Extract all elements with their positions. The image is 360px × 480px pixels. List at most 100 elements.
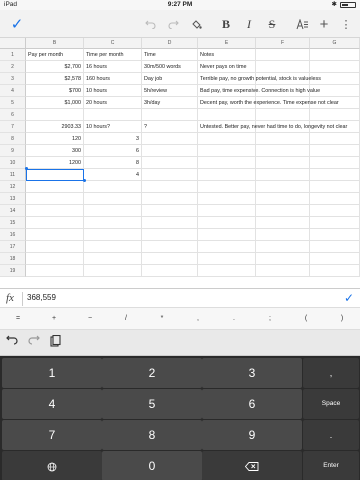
cell-e16[interactable]	[198, 229, 256, 241]
key-1[interactable]: 1	[2, 358, 102, 388]
cell-d7[interactable]: ?	[142, 121, 198, 133]
row-header-2[interactable]: 2	[0, 61, 26, 73]
undo-button[interactable]	[139, 10, 161, 38]
selection-handle-start[interactable]	[25, 167, 28, 170]
row-header-3[interactable]: 3	[0, 73, 26, 85]
cell-c11[interactable]: 4	[84, 169, 142, 181]
cell-g14[interactable]	[310, 205, 360, 217]
key-8[interactable]: 8	[102, 420, 202, 450]
keyboard-redo-button[interactable]	[28, 335, 40, 348]
done-button[interactable]: ✓	[6, 10, 28, 38]
cell-e17[interactable]	[198, 241, 256, 253]
row-header-11[interactable]: 11	[0, 169, 26, 181]
row-header-19[interactable]: 19	[0, 265, 26, 277]
cell-f11[interactable]	[256, 169, 310, 181]
cell-g16[interactable]	[310, 229, 360, 241]
cell-f13[interactable]	[256, 193, 310, 205]
keyboard-undo-button[interactable]	[6, 335, 18, 348]
cell-c14[interactable]	[84, 205, 142, 217]
key-3[interactable]: 3	[202, 358, 302, 388]
cell-c9[interactable]: 6	[84, 145, 142, 157]
more-button[interactable]: ⋮	[335, 10, 357, 38]
cell-d14[interactable]	[142, 205, 198, 217]
cell-b3[interactable]: $2,578	[26, 73, 84, 85]
formula-confirm-button[interactable]: ✓	[344, 291, 354, 305]
cell-e13[interactable]	[198, 193, 256, 205]
cell-e10[interactable]	[198, 157, 256, 169]
cell-d15[interactable]	[142, 217, 198, 229]
cell-e8[interactable]	[198, 133, 256, 145]
cell-g17[interactable]	[310, 241, 360, 253]
cell-d4[interactable]: 5h/review	[142, 85, 198, 97]
row-header-9[interactable]: 9	[0, 145, 26, 157]
symbol-key-7[interactable]: ;	[252, 308, 288, 330]
cell-c3[interactable]: 160 hours	[84, 73, 142, 85]
symbol-key-4[interactable]: *	[144, 308, 180, 330]
cell-g8[interactable]	[310, 133, 360, 145]
row-header-5[interactable]: 5	[0, 97, 26, 109]
cell-c13[interactable]	[84, 193, 142, 205]
redo-button[interactable]	[162, 10, 184, 38]
cell-d10[interactable]	[142, 157, 198, 169]
cell-d8[interactable]	[142, 133, 198, 145]
symbol-key-5[interactable]: ,	[180, 308, 216, 330]
cell-f16[interactable]	[256, 229, 310, 241]
cell-f19[interactable]	[256, 265, 310, 277]
cell-f18[interactable]	[256, 253, 310, 265]
symbol-key-1[interactable]: +	[36, 308, 72, 330]
insert-button[interactable]: +	[313, 10, 335, 38]
row-header-1[interactable]: 1	[0, 49, 26, 61]
cell-b5[interactable]: $1,000	[26, 97, 84, 109]
cell-c15[interactable]	[84, 217, 142, 229]
cell-d11[interactable]	[142, 169, 198, 181]
key-0[interactable]: 0	[102, 451, 202, 480]
cell-g6[interactable]	[310, 109, 360, 121]
cell-f10[interactable]	[256, 157, 310, 169]
cell-c7[interactable]: 10 hours?	[84, 121, 142, 133]
cell-f6[interactable]	[256, 109, 310, 121]
cell-b19[interactable]	[26, 265, 84, 277]
cell-c19[interactable]	[84, 265, 142, 277]
column-header-d[interactable]: D	[142, 38, 198, 49]
row-header-12[interactable]: 12	[0, 181, 26, 193]
key-globe[interactable]	[2, 451, 102, 480]
text-format-button[interactable]	[291, 10, 313, 38]
cell-b7[interactable]: 2903.33	[26, 121, 84, 133]
key-backspace[interactable]	[202, 451, 302, 480]
cell-e15[interactable]	[198, 217, 256, 229]
key-2[interactable]: 2	[102, 358, 202, 388]
cell-c5[interactable]: 20 hours	[84, 97, 142, 109]
cell-g13[interactable]	[310, 193, 360, 205]
cell-d13[interactable]	[142, 193, 198, 205]
cell-d19[interactable]	[142, 265, 198, 277]
cell-c6[interactable]	[84, 109, 142, 121]
cell-f15[interactable]	[256, 217, 310, 229]
formula-input[interactable]: 368,559	[27, 293, 56, 302]
symbol-key-0[interactable]: =	[0, 308, 36, 330]
row-header-14[interactable]: 14	[0, 205, 26, 217]
paste-button[interactable]	[50, 334, 61, 350]
cell-c12[interactable]	[84, 181, 142, 193]
cell-e19[interactable]	[198, 265, 256, 277]
cell-c17[interactable]	[84, 241, 142, 253]
cell-e2[interactable]: Never pays on time	[198, 61, 256, 73]
column-header-e[interactable]: E	[198, 38, 256, 49]
cell-b14[interactable]	[26, 205, 84, 217]
cell-g18[interactable]	[310, 253, 360, 265]
cell-d3[interactable]: Day job	[142, 73, 198, 85]
cell-d9[interactable]	[142, 145, 198, 157]
cell-b13[interactable]	[26, 193, 84, 205]
key-6[interactable]: 6	[202, 389, 302, 419]
column-header-g[interactable]: G	[310, 38, 360, 49]
cell-e18[interactable]	[198, 253, 256, 265]
select-all-corner[interactable]	[0, 38, 26, 49]
key-period[interactable]: .	[303, 420, 359, 450]
symbol-key-3[interactable]: /	[108, 308, 144, 330]
strikethrough-button[interactable]: S	[261, 10, 283, 38]
row-header-16[interactable]: 16	[0, 229, 26, 241]
cell-b18[interactable]	[26, 253, 84, 265]
cell-g15[interactable]	[310, 217, 360, 229]
cell-b8[interactable]: 120	[26, 133, 84, 145]
cell-e3[interactable]: Terrible pay, no growth potential, stock…	[198, 73, 321, 85]
cell-b16[interactable]	[26, 229, 84, 241]
